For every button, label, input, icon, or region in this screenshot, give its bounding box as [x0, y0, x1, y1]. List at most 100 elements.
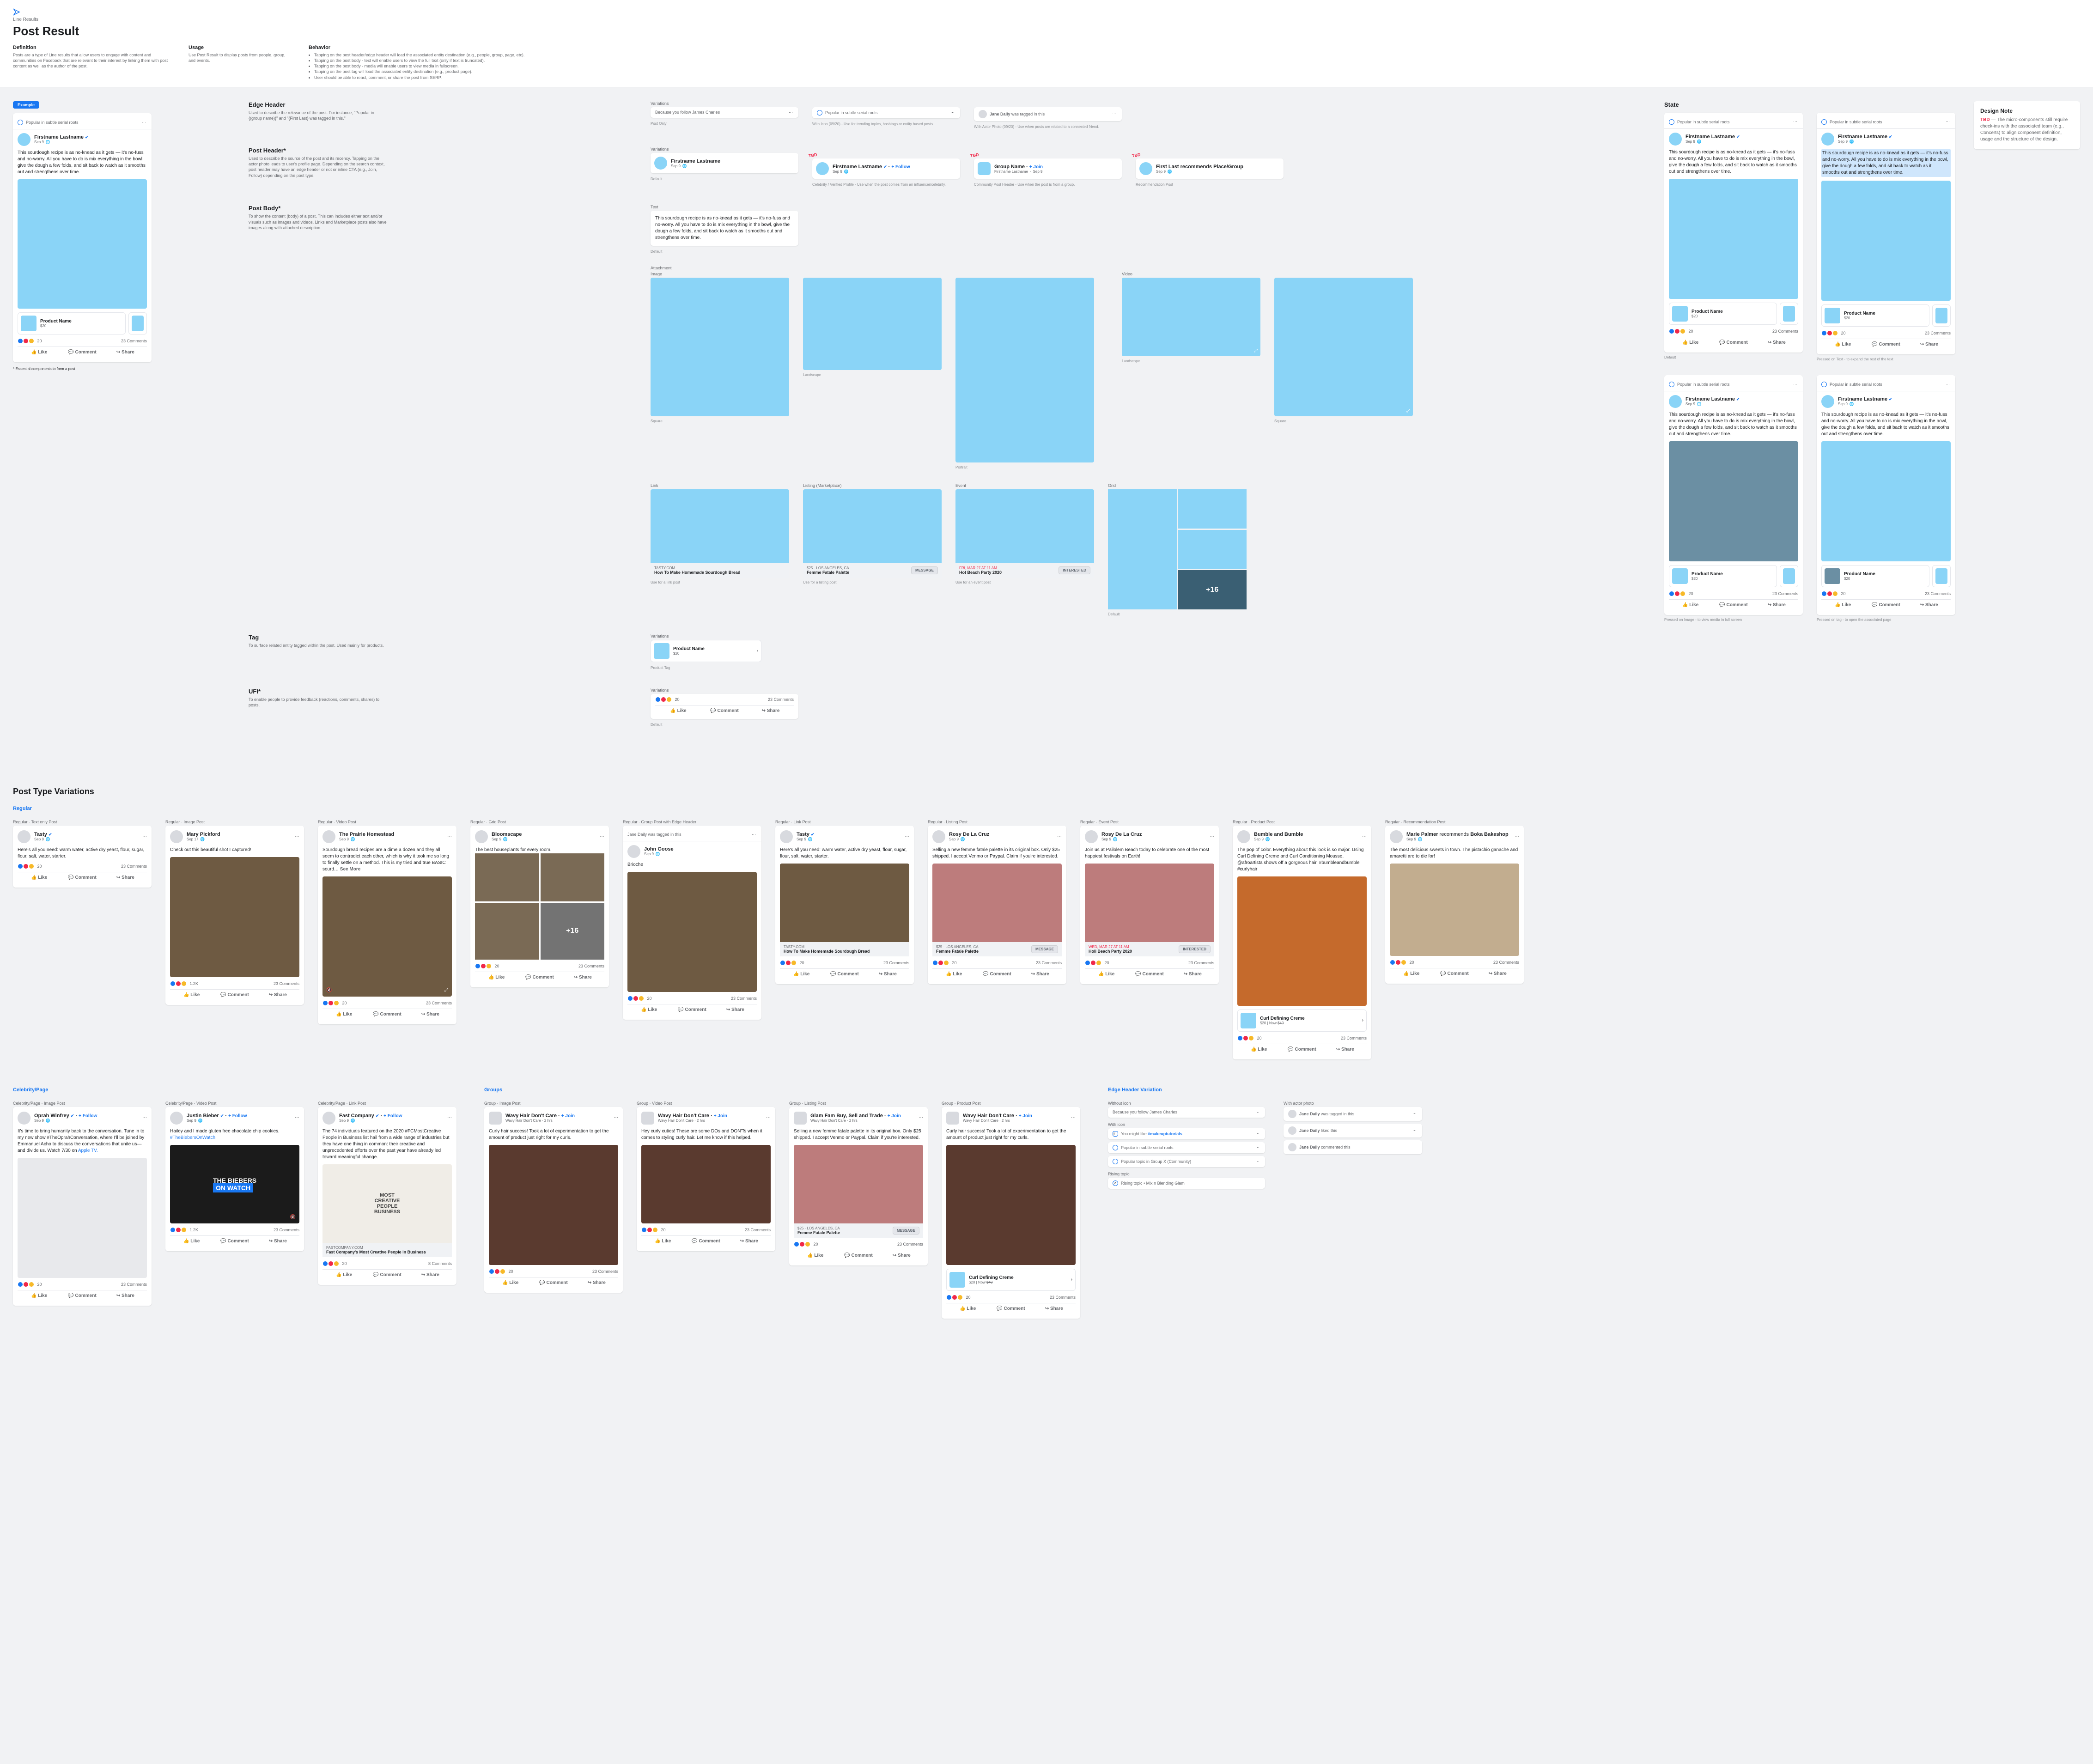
author-name[interactable]: Firstname Lastname: [34, 134, 84, 140]
message-button[interactable]: MESSAGE: [1031, 945, 1058, 953]
globe-icon: [817, 110, 822, 116]
avatar[interactable]: [1139, 162, 1152, 175]
wow-react-icon: [29, 338, 34, 344]
join-button[interactable]: + Join: [1029, 164, 1043, 170]
ufi-heading: UFI*: [249, 688, 443, 695]
avatar[interactable]: [654, 157, 667, 170]
author-name[interactable]: First Last: [1156, 164, 1179, 170]
avatar[interactable]: [1669, 133, 1682, 146]
edge-variant[interactable]: Jane Daily was tagged in this⋯: [1284, 1107, 1422, 1121]
overflow-icon[interactable]: ⋯: [142, 834, 147, 839]
product-tag[interactable]: Curl Defining Creme$20 | Now $40›: [1237, 1010, 1367, 1032]
post-header-community[interactable]: Group Name · + JoinFirstname Lastname · …: [974, 158, 1122, 179]
post-body-text[interactable]: This sourdough recipe is as no-knead as …: [18, 150, 147, 176]
groups-subheading: Groups: [484, 1087, 1080, 1093]
author-name[interactable]: Firstname Lastname: [833, 164, 882, 170]
event-title: Hot Beach Party 2020: [959, 570, 1002, 575]
avatar[interactable]: [18, 133, 30, 146]
avatar[interactable]: [816, 162, 829, 175]
state-caption: Default: [1664, 355, 1803, 359]
post-media-grid[interactable]: +16: [475, 853, 604, 960]
like-button[interactable]: 👍 Like: [655, 706, 701, 716]
mute-icon[interactable]: 🔇: [326, 988, 332, 993]
mute-icon[interactable]: 🔇: [290, 1215, 296, 1220]
post-header-celebrity[interactable]: Firstname Lastname ✔ · + FollowSep 9 🌐: [812, 158, 960, 179]
comment-button[interactable]: 💬 Comment: [61, 347, 103, 358]
edge-variation-with-icon[interactable]: Popular in subtle serial roots⋯: [812, 107, 960, 118]
follow-button[interactable]: + Follow: [891, 164, 910, 170]
post-media[interactable]: 🔇⤢: [322, 876, 452, 997]
edge-variant[interactable]: Jane Daily liked this⋯: [1284, 1124, 1422, 1137]
avatar[interactable]: [978, 162, 991, 175]
post-header-text: Used to describe the source of the post …: [249, 156, 387, 178]
edge-variant[interactable]: Because you follow James Charles⋯: [1108, 1107, 1265, 1118]
overflow-icon[interactable]: ⋯: [789, 110, 794, 115]
regular-subheading: Regular: [13, 806, 2080, 811]
globe-icon: [1113, 1145, 1118, 1150]
expand-icon[interactable]: ⤢: [1406, 408, 1410, 414]
post-body-text-variant[interactable]: This sourdough recipe is as no-knead as …: [651, 211, 798, 246]
post-body-desc: Post Body* To show the content (body) of…: [249, 205, 443, 230]
variations-label: Variations: [651, 634, 1637, 639]
design-note: Design Note TBD — The micro-components s…: [1974, 101, 2080, 149]
edge-variant[interactable]: Popular topic in Group X (Community)⋯: [1108, 1156, 1265, 1167]
example-chip: Example: [13, 101, 39, 109]
message-button[interactable]: MESSAGE: [911, 566, 938, 574]
attachment-image-square: Square: [651, 278, 789, 469]
overflow-icon[interactable]: ⋯: [950, 110, 955, 115]
edge-variation-post-only[interactable]: Because you follow James Charles ⋯: [651, 107, 798, 118]
ufi-buttons: 👍 Like 💬 Comment ↪ Share: [18, 347, 147, 358]
usage-heading: Usage: [189, 45, 290, 50]
product-tag-more[interactable]: [128, 312, 147, 335]
avatar[interactable]: [18, 830, 30, 843]
post-media[interactable]: [18, 179, 147, 309]
tag-desc: Tag To surface related entity tagged wit…: [249, 634, 443, 648]
event-label: Event: [955, 483, 1094, 488]
author-name[interactable]: Firstname Lastname: [671, 158, 720, 164]
edge-text: Because you follow James Charles: [655, 110, 720, 115]
comment-count[interactable]: 23 Comments: [121, 339, 147, 343]
breadcrumb: Line Results: [13, 17, 2080, 22]
variation-caption: Default: [651, 723, 789, 727]
ufi-stats: 20 23 Comments: [18, 338, 147, 344]
comment-button[interactable]: 💬 Comment: [701, 706, 748, 716]
regular-product-post: Regular · Product Post Bumble and Bumble…: [1233, 820, 1371, 1059]
post-header-default[interactable]: Firstname LastnameSep 9 🌐: [651, 153, 798, 173]
variation-caption: Default: [651, 249, 789, 254]
edge-variation-with-actor[interactable]: Jane Daily was tagged in this⋯: [974, 107, 1122, 121]
post-header-recommendation[interactable]: First Last recommends Place/GroupSep 9 🌐: [1136, 158, 1284, 179]
like-button[interactable]: 👍 Like: [18, 347, 61, 358]
share-button[interactable]: ↪ Share: [748, 706, 794, 716]
group-name[interactable]: Group Name: [994, 164, 1025, 170]
edge-header-inline[interactable]: Popular in subtle serial roots ⋯: [18, 118, 147, 127]
expand-icon[interactable]: ⤢: [444, 988, 448, 993]
overflow-icon[interactable]: ⋯: [1112, 111, 1117, 116]
state-caption: Pressed on Text - to expand the rest of …: [1817, 357, 1955, 361]
attachment-grid: Grid +16 Default: [1108, 483, 1247, 616]
edge-variant[interactable]: Jane Daily commented this⋯: [1284, 1140, 1422, 1154]
grid-more[interactable]: +16: [541, 903, 605, 960]
post-header[interactable]: Firstname Lastname ✔ Sep 9 🌐: [18, 133, 147, 146]
attachment-image-portrait: Portrait: [955, 278, 1094, 469]
variation-caption: Community Post Header - Use when the pos…: [974, 182, 1113, 187]
share-button[interactable]: ↪ Share: [104, 347, 147, 358]
state-tag-pressed-card: Popular in subtle serial roots⋯ Firstnam…: [1817, 375, 1955, 615]
product-tag[interactable]: Product Name$20: [18, 312, 126, 335]
celebrity-video-post: Celebrity/Page · Video Post Justin Biebe…: [165, 1101, 304, 1251]
interested-button[interactable]: INTERESTED: [1059, 566, 1090, 574]
regular-group-post: Regular · Group Post with Edge Header Ja…: [623, 820, 761, 1020]
interested-button[interactable]: INTERESTED: [1179, 945, 1211, 953]
see-more-button[interactable]: See More: [340, 867, 360, 872]
edge-variant[interactable]: #You might like #makeuptutorials⋯: [1108, 1128, 1265, 1139]
product-price: $20: [673, 651, 705, 656]
product-tag[interactable]: Product Name$20 ›: [651, 640, 761, 662]
overflow-icon[interactable]: ⋯: [142, 120, 147, 125]
expand-icon[interactable]: ⤢: [1254, 348, 1258, 353]
tbd-tag: TBD: [808, 152, 817, 158]
link-host: TASTY.COM: [654, 566, 785, 570]
edge-header-text: Popular in subtle serial roots: [26, 120, 79, 125]
grid-more[interactable]: +16: [1178, 570, 1247, 609]
edge-variant[interactable]: Popular in subtle serial roots⋯: [1108, 1142, 1265, 1153]
edge-variant[interactable]: ↗Rising topic • Mix n Blending Glam⋯: [1108, 1178, 1265, 1189]
post-media[interactable]: [170, 857, 299, 977]
